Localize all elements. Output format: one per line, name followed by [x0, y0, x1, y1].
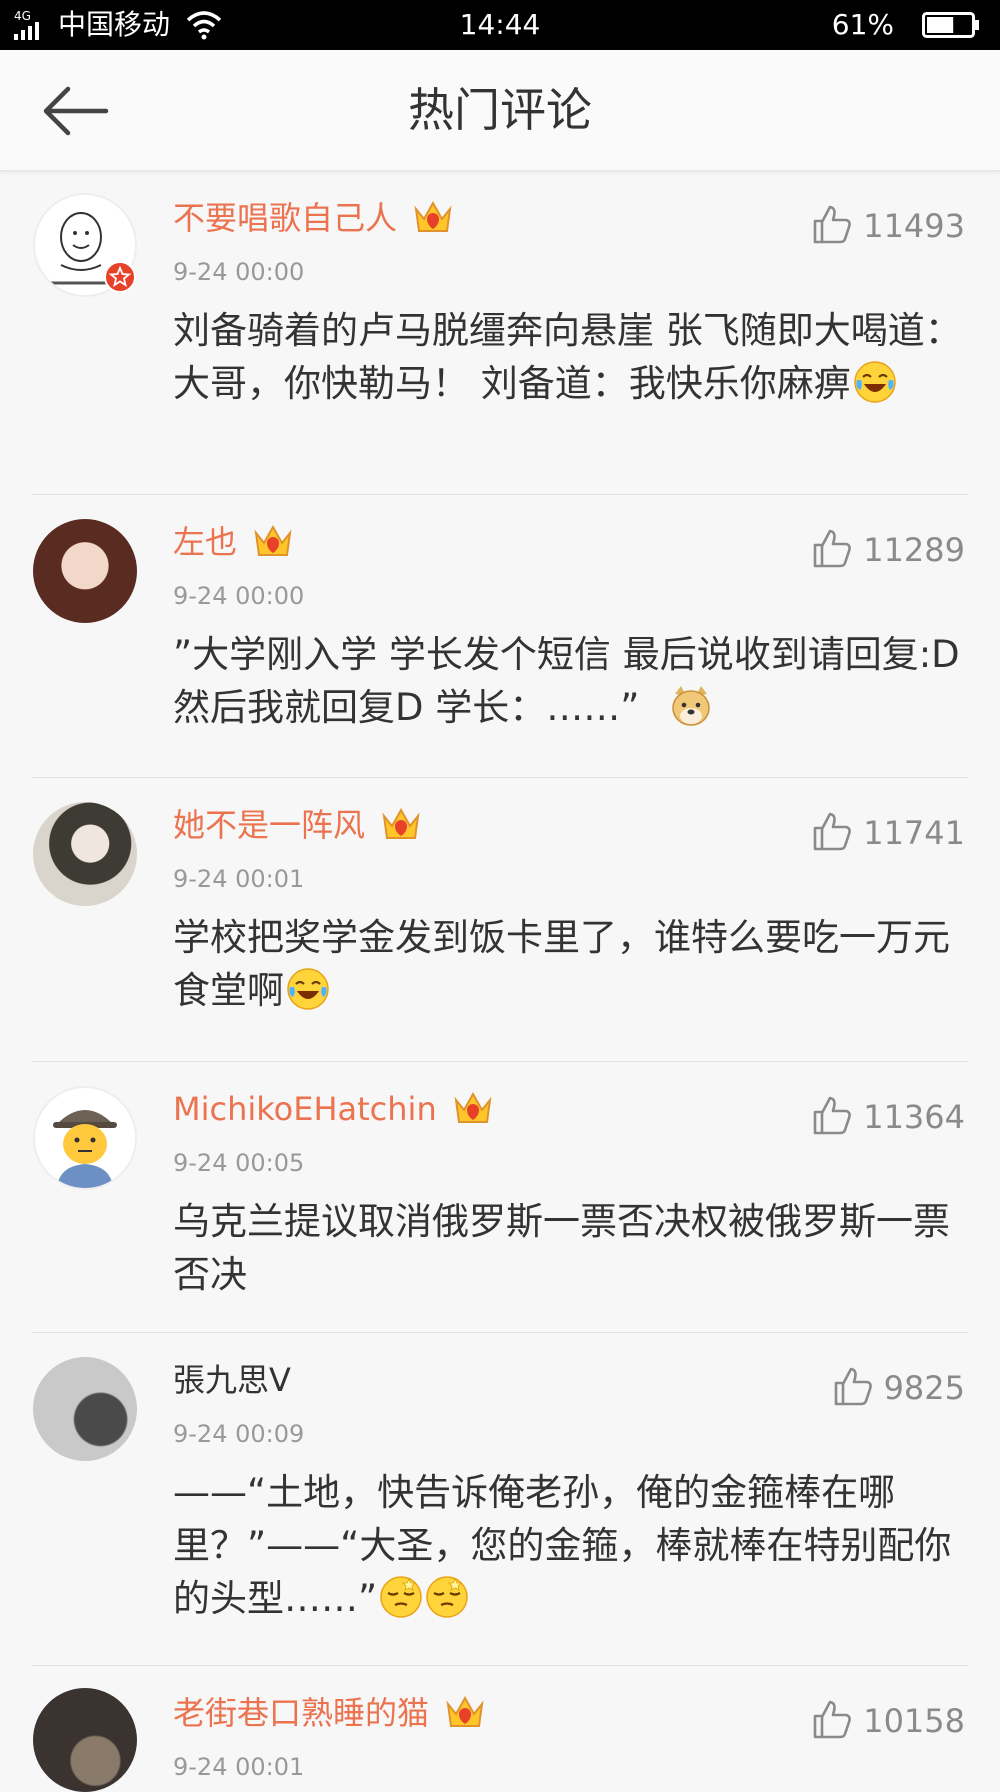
comment-item: 不要唱歌自己人 11493 9-24 00:00 刘备骑着的卢马脱缰奔向悬崖 张…	[0, 171, 1000, 495]
laughing-tears-emoji	[287, 968, 329, 1010]
comment-time: 9-24 00:09	[173, 1420, 305, 1448]
doge-emoji	[672, 686, 711, 726]
avatar[interactable]	[33, 802, 137, 906]
comment-username[interactable]: 老街巷口熟睡的猫	[173, 1693, 485, 1733]
thumbs-up-icon	[813, 1096, 852, 1135]
like-button[interactable]: 10158	[811, 1698, 965, 1741]
comment-username[interactable]: 左也	[173, 522, 293, 562]
thumbs-up-icon	[813, 1700, 852, 1739]
vip-crown-icon	[454, 1091, 492, 1123]
comment-item: 左也 11289 9-24 00:00 ”大学刚入学 学长发个短信 最后说收到请…	[0, 495, 1000, 778]
verified-badge-icon	[104, 261, 136, 293]
vip-crown-icon	[414, 200, 452, 232]
avatar[interactable]	[33, 1688, 137, 1792]
comment-username[interactable]: 不要唱歌自己人	[173, 198, 453, 238]
cartoon-man-icon	[53, 1110, 117, 1188]
comment-item: MichikoEHatchin 11364 9-24 00:05 乌克兰提议取消…	[0, 1062, 1000, 1333]
comment-text: 学校把奖学金发到饭卡里了，谁特么要吃一万元食堂啊	[173, 916, 950, 1012]
like-button[interactable]: 9825	[832, 1365, 965, 1408]
thumbs-up-icon	[813, 529, 852, 568]
like-button[interactable]: 11493	[811, 203, 965, 246]
comment-text: 乌克兰提议取消俄罗斯一票否决权被俄罗斯一票否决	[173, 1200, 950, 1296]
battery-percent: 61%	[831, 8, 894, 41]
comment-username[interactable]: 張九思V	[173, 1360, 291, 1400]
comment-text: ”大学刚入学 学长发个短信 最后说收到请回复:D 然后我就回复D 学长：……”	[173, 633, 960, 729]
avatar[interactable]	[33, 1357, 137, 1461]
comment-text: 刘备骑着的卢马脱缰奔向悬崖 张飞随即大喝道：大哥，你快勒马！ 刘备道：我快乐你麻…	[173, 309, 962, 405]
like-button[interactable]: 11364	[811, 1094, 965, 1137]
thumbs-up-icon	[813, 205, 852, 244]
comment-time: 9-24 00:01	[173, 865, 305, 893]
comment-item: 她不是一阵风 11741 9-24 00:01 学校把奖学金发到饭卡里了，谁特么…	[0, 778, 1000, 1062]
laughing-tears-emoji	[854, 361, 896, 403]
comment-time: 9-24 00:05	[173, 1149, 305, 1177]
dizzy-emoji	[426, 1576, 468, 1618]
comment-time: 9-24 00:00	[173, 258, 305, 286]
comment-item: 老街巷口熟睡的猫 10158 9-24 00:01	[0, 1666, 1000, 1792]
comment-username[interactable]: MichikoEHatchin	[173, 1089, 493, 1129]
comment-username[interactable]: 她不是一阵风	[173, 805, 421, 845]
avatar[interactable]	[33, 519, 137, 623]
status-bar: 4G 中国移动 14:44 61%	[0, 0, 1000, 50]
vip-crown-icon	[446, 1695, 484, 1727]
comment-text: ——“土地，快告诉俺老孙，俺的金箍棒在哪里？”——“大圣，您的金箍，棒就棒在特别…	[173, 1471, 952, 1620]
like-button[interactable]: 11289	[811, 527, 965, 570]
like-button[interactable]: 11741	[811, 810, 965, 853]
comment-item: 張九思V 9825 9-24 00:09 ——“土地，快告诉俺老孙，俺的金箍棒在…	[0, 1333, 1000, 1666]
comment-time: 9-24 00:00	[173, 582, 305, 610]
comment-time: 9-24 00:01	[173, 1753, 305, 1781]
vip-crown-icon	[382, 807, 420, 839]
nav-bar: 热门评论	[0, 50, 1000, 171]
avatar[interactable]	[33, 1086, 137, 1190]
thumbs-up-icon	[813, 812, 852, 851]
vip-crown-icon	[254, 524, 292, 556]
page-title: 热门评论	[408, 83, 592, 137]
battery-icon	[922, 12, 979, 38]
thumbs-up-icon	[834, 1367, 872, 1406]
dizzy-emoji	[380, 1576, 422, 1618]
